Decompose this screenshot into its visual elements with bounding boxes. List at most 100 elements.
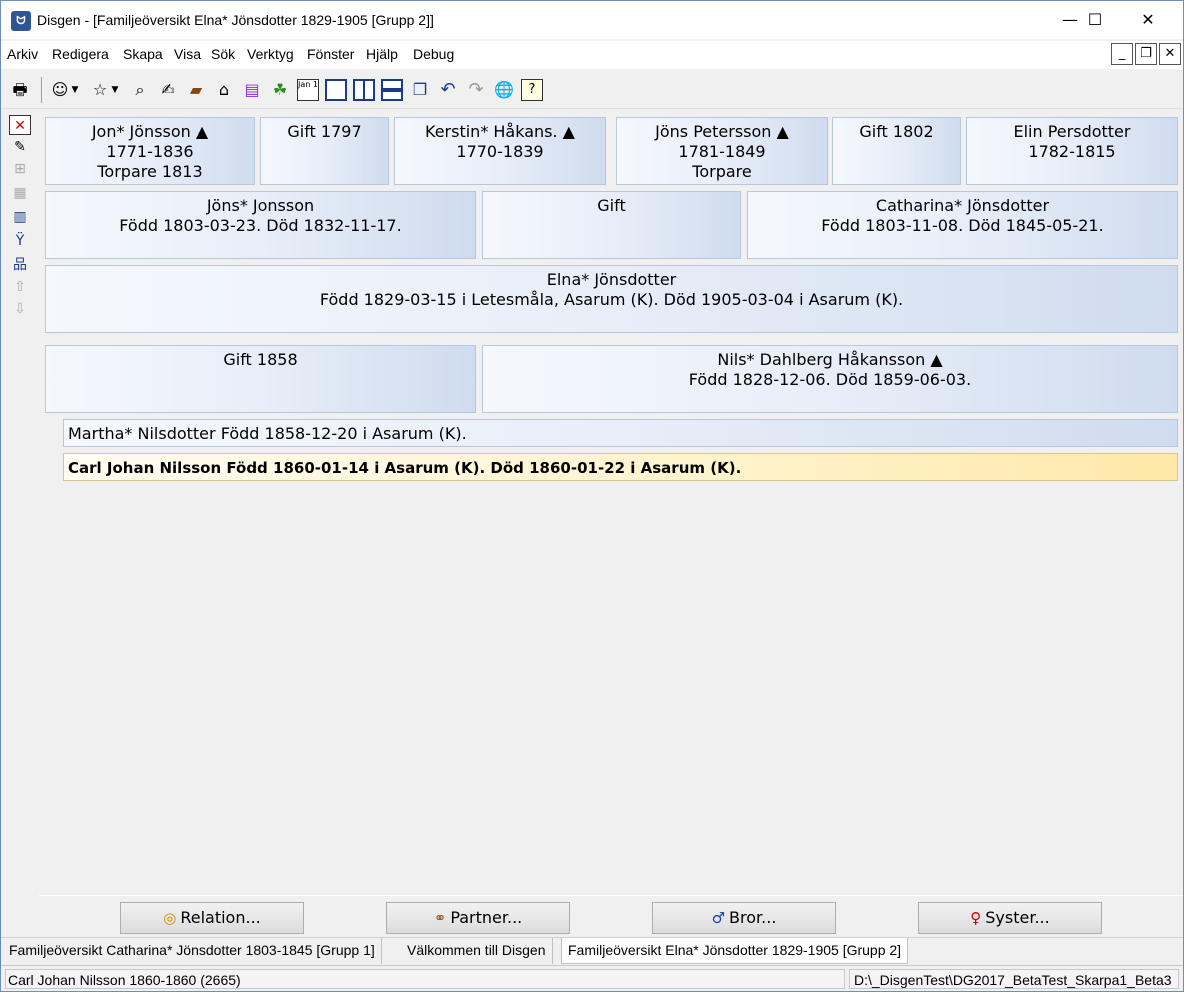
status-bar: Carl Johan Nilsson 1860-1860 (2665) D:\_… [1, 965, 1183, 991]
app-window: ᗢ Disgen - [Familjeöversikt Elna* Jönsdo… [0, 0, 1184, 992]
status-database-path: D:\_DisgenTest\DG2017_BetaTest_Skarpa1_B… [849, 969, 1179, 989]
grandmother-maternal-box[interactable]: Elin Persdotter 1782-1815 [966, 117, 1178, 185]
split-window-icon[interactable] [353, 79, 375, 101]
menu-sok[interactable]: Sök [211, 46, 235, 62]
app-icon[interactable]: ᗢ [11, 11, 31, 31]
person-name: Nils* Dahlberg Håkansson ▲ [717, 350, 943, 369]
couple-icon: ⚭ [433, 909, 447, 927]
window-icon[interactable] [325, 79, 347, 101]
add-male-icon: ♂ [711, 909, 726, 927]
globe-icon[interactable]: 🌐 [493, 79, 515, 101]
grandmother-paternal-box[interactable]: Kerstin* Håkans. ▲ 1770-1839 [394, 117, 606, 185]
menu-fonster[interactable]: Fönster [307, 46, 354, 62]
move-down-icon[interactable]: ⇩ [9, 299, 31, 319]
tab-welcome[interactable]: Välkommen till Disgen [401, 938, 553, 964]
binoculars-icon[interactable]: ⌕ [129, 79, 151, 101]
close-button[interactable]: ✕ [1125, 1, 1171, 39]
marriage-box-maternal[interactable]: Gift 1802 [832, 117, 961, 185]
cascade-icon[interactable]: ❐ [409, 79, 431, 101]
green-shape-icon[interactable]: ☘ [269, 79, 291, 101]
rings-icon: ◎ [163, 909, 177, 927]
person-icon[interactable]: ☺ [49, 79, 71, 101]
mdi-minimize-button[interactable]: _ [1111, 43, 1133, 65]
book-icon[interactable]: ▰ [185, 79, 207, 101]
window-title: Disgen - [Familjeöversikt Elna* Jönsdott… [37, 12, 434, 28]
person-years: 1771-1836 [106, 142, 194, 161]
person-name: Elna* Jönsdotter [546, 270, 677, 289]
person-info: Född 1828-12-06. Död 1859-06-03. [688, 370, 972, 389]
descendants-icon[interactable]: Ÿ [9, 231, 31, 251]
printer-icon[interactable]: 🖶 [9, 79, 31, 101]
person-name: Kerstin* Håkans. ▲ [425, 122, 575, 141]
status-selected-person: Carl Johan Nilsson 1860-1860 (2665) [5, 969, 845, 989]
child-row-selected[interactable]: Carl Johan Nilsson Född 1860-01-14 i Asa… [63, 453, 1178, 481]
father-box[interactable]: Jöns* Jonsson Född 1803-03-23. Död 1832-… [45, 191, 476, 259]
menu-bar: Arkiv Redigera Skapa Visa Sök Verktyg Fö… [1, 41, 1183, 69]
person-name: Jöns Petersson ▲ [655, 122, 789, 141]
relation-button[interactable]: ◎ Relation... [120, 902, 304, 934]
person-star-icon[interactable]: ☆ [89, 79, 111, 101]
sister-button[interactable]: ♀ Syster... [918, 902, 1102, 934]
person-years: 1781-1849 [678, 142, 766, 161]
menu-debug[interactable]: Debug [413, 46, 454, 62]
toolbar-separator [41, 77, 42, 103]
document-tabs: Familjeöversikt Catharina* Jönsdotter 18… [1, 937, 1183, 964]
marriage-box[interactable]: Gift 1858 [45, 345, 476, 413]
marriage-box-paternal[interactable]: Gift 1797 [260, 117, 389, 185]
delete-icon[interactable]: ✕ [9, 115, 31, 135]
person-note: Torpare 1813 [97, 162, 203, 181]
mdi-restore-button[interactable]: ❐ [1135, 43, 1157, 65]
hand-document-icon[interactable]: ✍ [157, 79, 179, 101]
person-name: Jöns* Jonsson [206, 196, 315, 215]
tab-catharina[interactable]: Familjeöversikt Catharina* Jönsdotter 18… [3, 938, 382, 964]
title-bar: ᗢ Disgen - [Familjeöversikt Elna* Jönsdo… [1, 1, 1183, 39]
person-years: 1770-1839 [456, 142, 544, 161]
menu-visa[interactable]: Visa [174, 46, 201, 62]
tree-icon[interactable]: ⊞ [9, 159, 31, 179]
horizontal-split-icon[interactable] [381, 79, 403, 101]
parents-marriage-box[interactable]: Gift [482, 191, 741, 259]
person-years: 1782-1815 [1028, 142, 1116, 161]
menu-hjalp[interactable]: Hjälp [366, 46, 398, 62]
spouse-box[interactable]: Nils* Dahlberg Håkansson ▲ Född 1828-12-… [482, 345, 1178, 413]
menu-arkiv[interactable]: Arkiv [7, 46, 38, 62]
columns-icon[interactable]: ▥ [9, 207, 31, 227]
person-info: Född 1829-03-15 i Letesmåla, Asarum (K).… [319, 290, 904, 309]
hierarchy-icon[interactable]: 品 [9, 255, 31, 275]
portrait-icon[interactable]: ▦ [9, 183, 31, 203]
edit-note-icon[interactable]: ✎ [9, 137, 31, 157]
menu-redigera[interactable]: Redigera [52, 46, 109, 62]
person-info: Född 1803-03-23. Död 1832-11-17. [119, 216, 402, 235]
chevron-down-icon[interactable]: ▼ [69, 79, 81, 101]
person-note: Torpare [692, 162, 752, 181]
help-icon[interactable]: ? [521, 79, 543, 101]
person-name: Catharina* Jönsdotter [875, 196, 1050, 215]
marriage-label: Gift 1802 [859, 122, 934, 141]
marriage-label: Gift 1797 [287, 122, 362, 141]
brother-button[interactable]: ♂ Bror... [652, 902, 836, 934]
menu-verktyg[interactable]: Verktyg [247, 46, 294, 62]
calendar-icon[interactable]: Jan 1 [297, 79, 319, 101]
redo-icon[interactable]: ↷ [465, 79, 487, 101]
partner-button[interactable]: ⚭ Partner... [386, 902, 570, 934]
person-name: Elin Persdotter [1013, 122, 1131, 141]
toolbar: 🖶 ☺ ▼ ☆ ▼ ⌕ ✍ ▰ ⌂ ▤ ☘ Jan 1 ❐ ↶ ↷ 🌐 ? [1, 71, 1183, 109]
maximize-button[interactable]: ☐ [1072, 1, 1118, 39]
tab-elna[interactable]: Familjeöversikt Elna* Jönsdotter 1829-19… [561, 938, 909, 964]
person-name: Jon* Jönsson ▲ [91, 122, 209, 141]
move-up-icon[interactable]: ⇧ [9, 277, 31, 297]
person-info: Född 1803-11-08. Död 1845-05-21. [821, 216, 1104, 235]
add-female-icon: ♀ [970, 909, 982, 927]
marriage-label: Gift 1858 [223, 350, 298, 369]
mother-box[interactable]: Catharina* Jönsdotter Född 1803-11-08. D… [747, 191, 1178, 259]
mdi-close-button[interactable]: ✕ [1159, 43, 1181, 65]
undo-icon[interactable]: ↶ [437, 79, 459, 101]
child-row[interactable]: Martha* Nilsdotter Född 1858-12-20 i Asa… [63, 419, 1178, 447]
house-icon[interactable]: ⌂ [213, 79, 235, 101]
grandfather-paternal-box[interactable]: Jon* Jönsson ▲ 1771-1836 Torpare 1813 [45, 117, 255, 185]
main-person-box[interactable]: Elna* Jönsdotter Född 1829-03-15 i Letes… [45, 265, 1178, 333]
books-icon[interactable]: ▤ [241, 79, 263, 101]
menu-skapa[interactable]: Skapa [123, 46, 163, 62]
grandfather-maternal-box[interactable]: Jöns Petersson ▲ 1781-1849 Torpare [616, 117, 828, 185]
chevron-down-icon[interactable]: ▼ [109, 79, 121, 101]
